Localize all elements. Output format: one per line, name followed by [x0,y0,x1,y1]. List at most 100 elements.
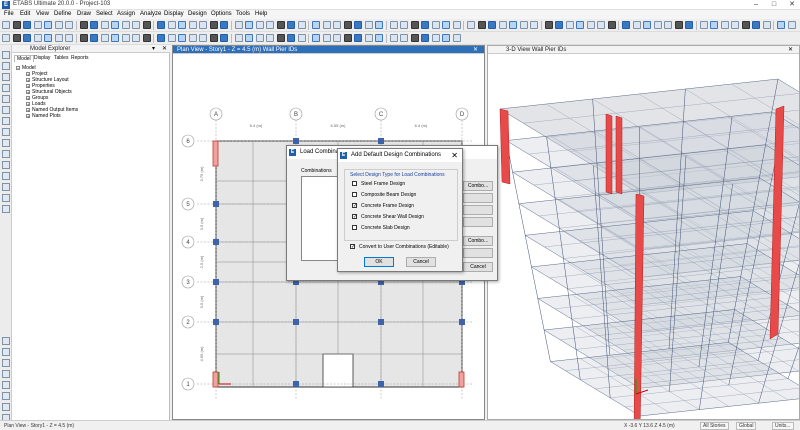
view-tool-icon[interactable] [23,34,31,42]
view-tool-icon[interactable] [12,34,21,42]
standard-tool-icon[interactable] [477,21,486,29]
view-tool-icon[interactable] [178,34,186,42]
view-tool-icon[interactable] [276,34,285,42]
view-tool-icon[interactable] [142,34,151,42]
ok-button[interactable]: OK [364,257,394,267]
default-design-combo-button[interactable]: Combo... [463,236,493,246]
expand-icon[interactable]: + [26,101,30,106]
draw-tool-icon[interactable] [2,172,10,180]
draw-tool-icon[interactable] [2,381,10,389]
draw-tool-icon[interactable] [2,84,10,92]
standard-tool-icon[interactable] [245,21,253,29]
standard-tool-icon[interactable] [720,21,729,29]
close-icon[interactable]: ✕ [784,0,800,10]
view-tool-icon[interactable] [312,34,320,42]
draw-tool-icon[interactable] [2,139,10,147]
draw-tool-icon[interactable] [2,194,10,202]
view-tool-icon[interactable] [54,34,63,42]
draw-tool-icon[interactable] [2,106,10,114]
draw-tool-icon[interactable] [2,95,10,103]
view-tool-icon[interactable] [343,34,352,42]
standard-tool-icon[interactable] [741,21,750,29]
view-tool-icon[interactable] [44,34,52,42]
standard-tool-icon[interactable] [375,21,383,29]
standard-tool-icon[interactable] [188,21,197,29]
standard-tool-icon[interactable] [467,21,475,29]
standard-tool-icon[interactable] [234,21,243,29]
3d-view-window[interactable]: 3-D View Wall Pier IDs ✕ [487,45,800,420]
standard-tool-icon[interactable] [731,21,739,29]
standard-tool-icon[interactable] [530,21,538,29]
collapse-icon[interactable]: − [16,65,20,70]
draw-tool-icon[interactable] [2,403,10,411]
standard-tool-icon[interactable] [199,21,207,29]
standard-tool-icon[interactable] [312,21,320,29]
standard-tool-icon[interactable] [90,21,98,29]
view-tool-icon[interactable] [111,34,119,42]
view-tool-icon[interactable] [234,34,243,42]
standard-tool-icon[interactable] [121,21,130,29]
modify-combo-button[interactable] [463,193,493,203]
standard-tool-icon[interactable] [354,21,362,29]
standard-tool-icon[interactable] [710,21,718,29]
draw-tool-icon[interactable] [2,348,10,356]
view-tool-icon[interactable] [297,34,306,42]
standard-tool-icon[interactable] [167,21,176,29]
concrete-slab-checkbox[interactable] [352,225,357,230]
standard-tool-icon[interactable] [12,21,21,29]
standard-tool-icon[interactable] [699,21,708,29]
close-view-icon[interactable]: ✕ [788,46,793,54]
standard-tool-icon[interactable] [498,21,507,29]
standard-tool-icon[interactable] [632,21,641,29]
view-tool-icon[interactable] [79,34,88,42]
standard-tool-icon[interactable] [685,21,693,29]
view-tool-icon[interactable] [410,34,419,42]
draw-tool-icon[interactable] [2,150,10,158]
units-button[interactable]: Units... [772,422,794,430]
expand-icon[interactable]: + [26,83,30,88]
view-tool-icon[interactable] [354,34,362,42]
view-tool-icon[interactable] [421,34,429,42]
draw-tool-icon[interactable] [2,370,10,378]
standard-tool-icon[interactable] [752,21,760,29]
view-tool-icon[interactable] [266,34,274,42]
view-tool-icon[interactable] [452,34,461,42]
standard-tool-icon[interactable] [33,21,42,29]
draw-tool-icon[interactable] [2,117,10,125]
maximize-icon[interactable]: □ [766,0,782,10]
menu-options[interactable]: Options [211,11,232,17]
view-tool-icon[interactable] [220,34,228,42]
standard-tool-icon[interactable] [276,21,285,29]
pin-icon[interactable]: ▾ [152,45,155,53]
menu-analyze[interactable]: Analyze [140,11,161,17]
standard-tool-icon[interactable] [343,21,352,29]
standard-tool-icon[interactable] [643,21,651,29]
standard-tool-icon[interactable] [762,21,771,29]
expand-icon[interactable]: + [26,107,30,112]
menu-design[interactable]: Design [188,11,207,17]
standard-tool-icon[interactable] [220,21,228,29]
menu-select[interactable]: Select [96,11,113,17]
composite-beam-checkbox[interactable] [352,192,357,197]
expand-icon[interactable]: + [26,95,30,100]
standard-tool-icon[interactable] [322,21,331,29]
view-tool-icon[interactable] [167,34,176,42]
draw-tool-icon[interactable] [2,62,10,70]
menu-define[interactable]: Define [54,11,71,17]
standard-tool-icon[interactable] [209,21,218,29]
standard-tool-icon[interactable] [607,21,616,29]
draw-tool-icon[interactable] [2,73,10,81]
draw-tool-icon[interactable] [2,51,10,59]
menu-edit[interactable]: Edit [20,11,30,17]
tab-model[interactable]: Model [14,55,34,62]
close-panel-icon[interactable]: ✕ [162,45,167,53]
standard-tool-icon[interactable] [2,21,10,29]
concrete-frame-checkbox[interactable]: ✓ [352,203,357,209]
menu-help[interactable]: Help [255,11,267,17]
tab-tables[interactable]: Tables [52,55,70,61]
standard-tool-icon[interactable] [664,21,672,29]
standard-tool-icon[interactable] [389,21,398,29]
standard-tool-icon[interactable] [597,21,605,29]
standard-tool-icon[interactable] [452,21,461,29]
minimize-icon[interactable]: – [748,0,764,10]
